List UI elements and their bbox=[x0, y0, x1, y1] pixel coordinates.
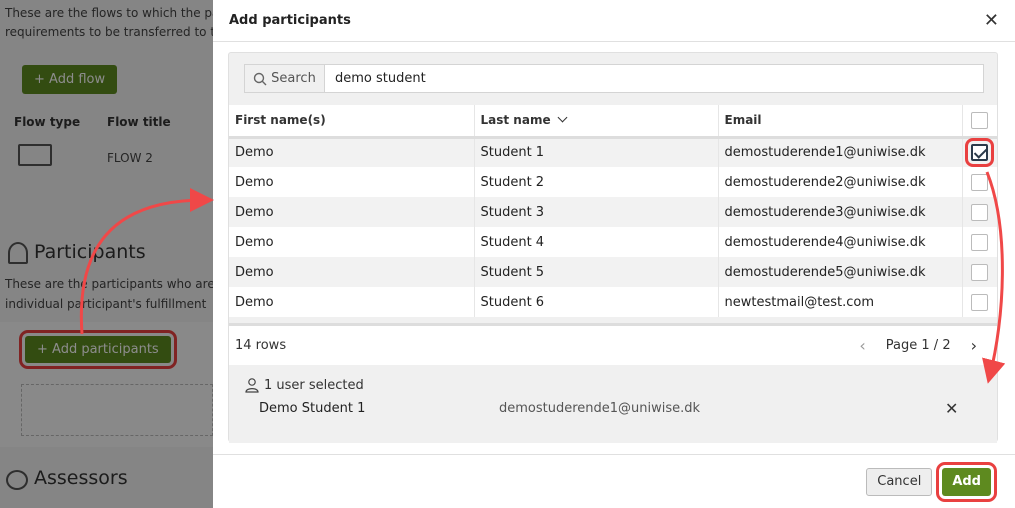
modal-title: Add participants bbox=[229, 13, 351, 28]
cell-email: demostuderende3@uniwise.dk bbox=[718, 197, 963, 227]
cell-email: demostuderende5@uniwise.dk bbox=[718, 257, 963, 287]
chevron-left-icon[interactable]: ‹ bbox=[859, 336, 865, 355]
cancel-button[interactable]: Cancel bbox=[866, 467, 933, 496]
search-label-text: Search bbox=[271, 71, 316, 86]
cell-first-name: Demo bbox=[229, 287, 475, 317]
row-count: 14 rows bbox=[235, 338, 287, 353]
search-label: Search bbox=[244, 64, 324, 93]
table-footer: 14 rows ‹ Page 1 / 2 › bbox=[229, 323, 997, 365]
header-email[interactable]: Email bbox=[718, 105, 963, 139]
selected-user-email: demostuderende1@uniwise.dk bbox=[499, 401, 701, 416]
page-indicator: Page 1 / 2 bbox=[885, 338, 951, 353]
table-row[interactable]: Demo Student 3 demostuderende3@uniwise.d… bbox=[229, 197, 997, 227]
close-icon[interactable]: ✕ bbox=[984, 11, 999, 30]
table-row[interactable]: Demo Student 2 demostuderende2@uniwise.d… bbox=[229, 167, 997, 197]
table-row[interactable]: Demo Student 1 demostuderende1@uniwise.d… bbox=[229, 137, 997, 168]
cell-last-name: Student 3 bbox=[474, 197, 719, 227]
participants-table: First name(s) Last name Email Demo Stude… bbox=[229, 105, 997, 317]
row-checkbox[interactable] bbox=[971, 203, 989, 221]
cell-last-name: Student 6 bbox=[474, 287, 719, 317]
pagination: ‹ Page 1 / 2 › bbox=[859, 336, 991, 355]
modal-footer: Cancel Add bbox=[213, 454, 1015, 508]
modal-header: Add participants ✕ bbox=[213, 0, 1015, 42]
table-row[interactable]: Demo Student 5 demostuderende5@uniwise.d… bbox=[229, 257, 997, 287]
search-input[interactable] bbox=[324, 64, 984, 93]
row-checkbox[interactable] bbox=[971, 233, 989, 251]
add-participants-modal: Add participants ✕ Search First name(s) … bbox=[213, 0, 1015, 508]
cell-first-name: Demo bbox=[229, 197, 475, 227]
header-first-name[interactable]: First name(s) bbox=[229, 105, 475, 139]
chevron-right-icon[interactable]: › bbox=[971, 336, 977, 355]
cell-first-name: Demo bbox=[229, 257, 475, 287]
cell-last-name: Student 4 bbox=[474, 227, 719, 257]
table-row[interactable]: Demo Student 6 newtestmail@test.com bbox=[229, 287, 997, 317]
row-checkbox[interactable] bbox=[971, 293, 989, 311]
sort-chevron-down-icon bbox=[557, 112, 568, 123]
cell-email: demostuderende1@uniwise.dk bbox=[718, 137, 963, 167]
user-icon bbox=[245, 378, 259, 393]
header-last-name[interactable]: Last name bbox=[474, 105, 719, 139]
modal-content-panel: Search First name(s) Last name Email Dem… bbox=[228, 52, 998, 443]
row-checkbox[interactable] bbox=[965, 138, 995, 168]
selected-count-text: 1 user selected bbox=[264, 377, 364, 393]
row-checkbox[interactable] bbox=[971, 263, 989, 281]
selected-users-panel: 1 user selected Demo Student 1 demostude… bbox=[229, 365, 997, 443]
row-checkbox[interactable] bbox=[971, 173, 989, 191]
selected-count: 1 user selected bbox=[244, 377, 364, 393]
cell-last-name: Student 2 bbox=[474, 167, 719, 197]
cell-first-name: Demo bbox=[229, 227, 475, 257]
cell-email: demostuderende2@uniwise.dk bbox=[718, 167, 963, 197]
selected-user-name: Demo Student 1 bbox=[259, 401, 366, 416]
cell-email: newtestmail@test.com bbox=[718, 287, 963, 317]
search-icon bbox=[253, 72, 267, 85]
add-button[interactable]: Add bbox=[936, 461, 997, 502]
search-bar: Search bbox=[244, 64, 984, 93]
cell-first-name: Demo bbox=[229, 137, 475, 167]
header-select-all[interactable] bbox=[962, 105, 997, 139]
cell-last-name: Student 5 bbox=[474, 257, 719, 287]
table-row[interactable]: Demo Student 4 demostuderende4@uniwise.d… bbox=[229, 227, 997, 257]
select-all-checkbox[interactable] bbox=[971, 111, 989, 129]
cell-email: demostuderende4@uniwise.dk bbox=[718, 227, 963, 257]
cell-first-name: Demo bbox=[229, 167, 475, 197]
remove-icon[interactable]: ✕ bbox=[945, 399, 958, 418]
cell-last-name: Student 1 bbox=[474, 137, 719, 167]
